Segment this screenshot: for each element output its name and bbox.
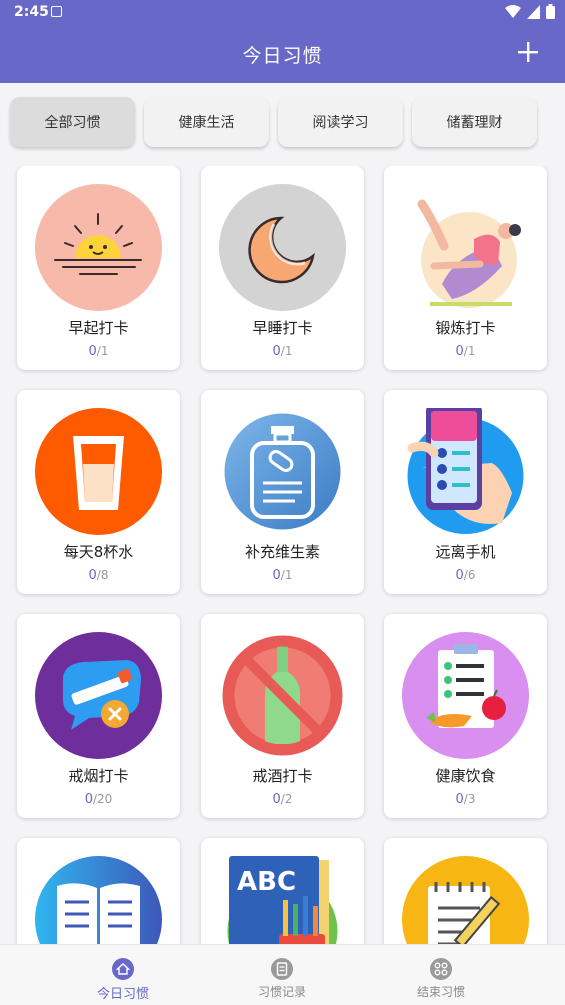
nav-label: 结束习惯: [416, 985, 465, 999]
progress-done: 0: [88, 568, 97, 583]
habit-card[interactable]: 戒酒打卡 0/2: [201, 614, 364, 818]
abc-book-pencils-icon: ABC: [227, 856, 338, 944]
habit-progress: 0/3: [384, 792, 547, 807]
grid-icon: [430, 958, 452, 980]
notepad-pencil-icon: [402, 856, 529, 944]
progress-done: 0: [455, 792, 464, 807]
system-icons: [505, 4, 555, 19]
yoga-icon: [417, 199, 521, 308]
progress-total: /1: [463, 344, 476, 358]
habit-progress: 0/20: [17, 792, 180, 807]
progress-done: 0: [88, 344, 97, 359]
habit-name: 健康饮食: [435, 767, 496, 785]
progress-done: 0: [455, 568, 464, 583]
habit-name: 补充维生素: [244, 543, 320, 561]
vitamin-bottle-icon: [224, 413, 341, 530]
progress-total: /8: [96, 568, 109, 582]
habit-name: 每天8杯水: [63, 543, 134, 561]
habit-progress: 0/2: [201, 792, 364, 807]
status-bar: 2:45: [0, 0, 565, 24]
habit-card[interactable]: ABC: [201, 838, 364, 944]
habit-progress: 0/1: [17, 344, 180, 359]
home-icon: [112, 958, 134, 980]
habit-name: 锻炼打卡: [435, 319, 496, 337]
notification-icon: [51, 6, 62, 17]
progress-done: 0: [272, 344, 281, 359]
add-habit-button[interactable]: [513, 37, 543, 67]
habit-card[interactable]: 早睡打卡 0/1: [201, 166, 364, 370]
progress-done: 0: [272, 792, 281, 807]
progress-total: /2: [280, 792, 293, 806]
progress-done: 0: [272, 568, 281, 583]
page-title: 今日习惯: [242, 45, 323, 67]
progress-total: /20: [92, 792, 113, 806]
habit-card[interactable]: 健康饮食 0/3: [384, 614, 547, 818]
open-book-icon: [35, 856, 162, 944]
habit-card[interactable]: 每天8杯水 0/8: [17, 390, 180, 594]
tab-saving-finance[interactable]: 储蓄理财: [412, 97, 537, 147]
tab-healthy-life[interactable]: 健康生活: [144, 97, 269, 147]
diet-checklist-icon: [402, 632, 529, 759]
habit-progress: 0/8: [17, 568, 180, 583]
habit-name: 戒烟打卡: [68, 767, 129, 785]
progress-total: /3: [463, 792, 476, 806]
svg-text:ABC: ABC: [237, 867, 296, 897]
habit-name: 远离手机: [435, 543, 496, 561]
tab-reading-study[interactable]: 阅读学习: [278, 97, 403, 147]
habit-progress: 0/1: [201, 344, 364, 359]
progress-done: 0: [455, 344, 464, 359]
progress-total: /1: [280, 568, 293, 582]
habit-grid: 早起打卡 0/1 早睡打卡 0/1 锻炼打卡 0/1 每天8杯水 0/8 补充维…: [0, 166, 565, 944]
habit-card[interactable]: 戒烟打卡 0/20: [17, 614, 180, 818]
habit-card[interactable]: [384, 838, 547, 944]
water-glass-icon: [35, 408, 162, 535]
progress-done: 0: [84, 792, 93, 807]
sunrise-icon: [35, 184, 162, 311]
no-alcohol-icon: [222, 635, 343, 756]
bottom-nav: 今日习惯 习惯记录 结束习惯: [0, 944, 565, 1005]
habit-card[interactable]: [17, 838, 180, 944]
category-tabs: 全部习惯 健康生活 阅读学习 储蓄理财: [10, 97, 555, 149]
nav-ended-habits[interactable]: 结束习惯: [347, 945, 535, 1005]
tab-all-habits[interactable]: 全部习惯: [10, 97, 135, 147]
record-icon: [271, 958, 293, 980]
habit-card[interactable]: 远离手机 0/6: [384, 390, 547, 594]
status-time: 2:45: [14, 4, 49, 20]
habit-card[interactable]: 早起打卡 0/1: [17, 166, 180, 370]
habit-name: 早睡打卡: [252, 319, 313, 337]
habit-card[interactable]: 锻炼打卡 0/1: [384, 166, 547, 370]
progress-total: /1: [96, 344, 109, 358]
app-bar: 今日习惯: [0, 24, 565, 83]
habit-progress: 0/6: [384, 568, 547, 583]
progress-total: /1: [280, 344, 293, 358]
habit-name: 早起打卡: [68, 319, 129, 337]
phone-hand-icon: [407, 408, 524, 534]
habit-name: 戒酒打卡: [252, 767, 313, 785]
habit-progress: 0/1: [384, 344, 547, 359]
habit-card[interactable]: 补充维生素 0/1: [201, 390, 364, 594]
no-smoking-icon: [35, 632, 162, 759]
signal-icon: [527, 4, 540, 19]
habit-progress: 0/1: [201, 568, 364, 583]
battery-icon: [546, 4, 555, 19]
progress-total: /6: [463, 568, 476, 582]
moon-icon: [219, 184, 346, 311]
wifi-icon: [505, 4, 521, 18]
